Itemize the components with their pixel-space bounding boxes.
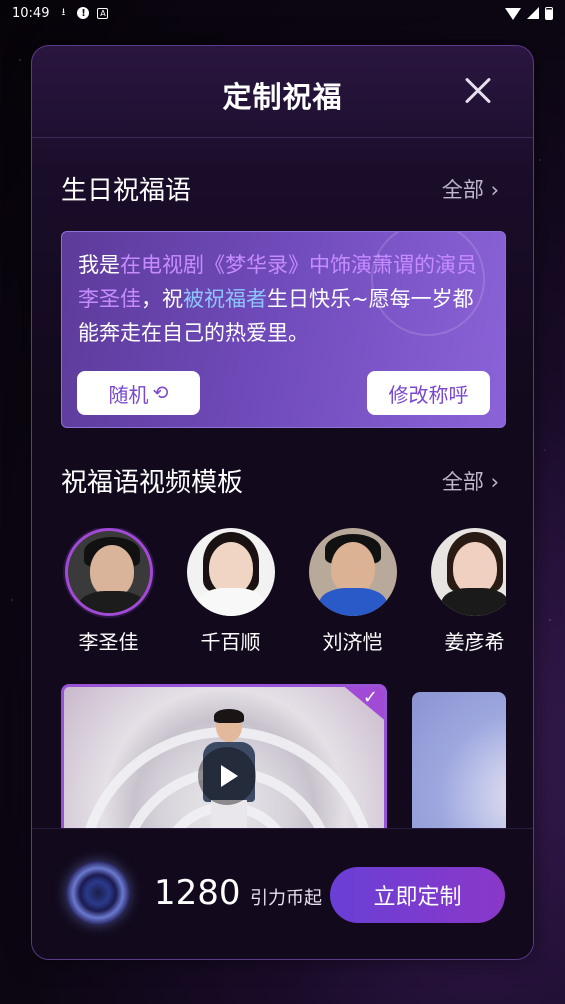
- greeting-prefix: 我是: [78, 253, 120, 277]
- price-value: 1280: [154, 873, 241, 913]
- price-unit: 引力币起: [250, 888, 322, 909]
- download-icon: ⭳: [61, 6, 66, 18]
- video-template-item[interactable]: [412, 692, 506, 832]
- wifi-icon: [505, 8, 521, 20]
- celebrity-name: 刘济恺: [322, 630, 383, 654]
- template-more-label: 全部: [441, 470, 484, 494]
- status-bar: 10:49 ⭳ ! A: [0, 0, 565, 26]
- celebrity-list: 李圣佳 千百顺 刘济恺 姜彦希: [61, 528, 506, 658]
- greeting-section-title: 生日祝福语: [61, 176, 192, 206]
- celebrity-name: 李圣佳: [78, 630, 139, 654]
- celebrity-item[interactable]: 李圣佳: [61, 528, 156, 655]
- signal-icon: [527, 7, 539, 19]
- celebrity-item[interactable]: 千百顺: [183, 528, 278, 655]
- greeting-card: 我是在电视剧《梦华录》中饰演萧谓的演员李圣佳，祝被祝福者生日快乐~愿每一岁都能奔…: [61, 231, 506, 428]
- avatar: [64, 528, 153, 616]
- avatar: [308, 528, 397, 616]
- template-more-link[interactable]: 全部 ›: [442, 466, 499, 496]
- celebrity-name: 姜彦希: [444, 630, 505, 654]
- modify-name-button[interactable]: 修改称呼: [367, 371, 490, 415]
- avatar: [186, 528, 275, 616]
- greeting-more-label: 全部: [441, 178, 484, 202]
- dialog-header: 定制祝福: [32, 46, 533, 138]
- coin-icon: [66, 861, 130, 925]
- celebrity-item[interactable]: 姜彦希: [427, 528, 506, 655]
- refresh-icon: ⟲: [152, 382, 169, 404]
- video-template-list: ✓: [61, 684, 506, 832]
- battery-icon: [545, 6, 553, 20]
- custom-blessing-dialog: 定制祝福 生日祝福语 全部 › 我是在电视剧《梦华录》中饰演萧谓的演员李圣佳，祝…: [31, 45, 534, 960]
- dialog-title: 定制祝福: [222, 80, 343, 114]
- chevron-right-icon: ›: [483, 470, 499, 494]
- greeting-text: 我是在电视剧《梦华录》中饰演萧谓的演员李圣佳，祝被祝福者生日快乐~愿每一岁都能奔…: [78, 248, 492, 350]
- template-section-title: 祝福语视频模板: [61, 468, 244, 498]
- random-button[interactable]: 随机 ⟲: [77, 371, 200, 415]
- app-a-icon: A: [97, 7, 109, 19]
- alert-icon: !: [77, 7, 90, 19]
- status-time: 10:49: [12, 5, 50, 21]
- check-icon: ✓: [362, 687, 378, 708]
- greeting-recipient: 被祝福者: [183, 287, 267, 311]
- celebrity-item[interactable]: 刘济恺: [305, 528, 400, 655]
- close-icon[interactable]: [463, 76, 493, 106]
- greeting-comma: ，祝: [141, 287, 183, 311]
- play-icon[interactable]: [198, 747, 256, 805]
- random-button-label: 随机: [108, 382, 149, 407]
- chevron-right-icon: ›: [483, 178, 499, 202]
- greeting-more-link[interactable]: 全部 ›: [442, 174, 499, 204]
- celebrity-name: 千百顺: [200, 630, 261, 654]
- video-template-selected[interactable]: ✓: [61, 684, 387, 832]
- order-now-button[interactable]: 立即定制: [330, 867, 505, 923]
- footer-bar: 1280 引力币起 立即定制: [32, 828, 533, 959]
- avatar: [430, 528, 506, 616]
